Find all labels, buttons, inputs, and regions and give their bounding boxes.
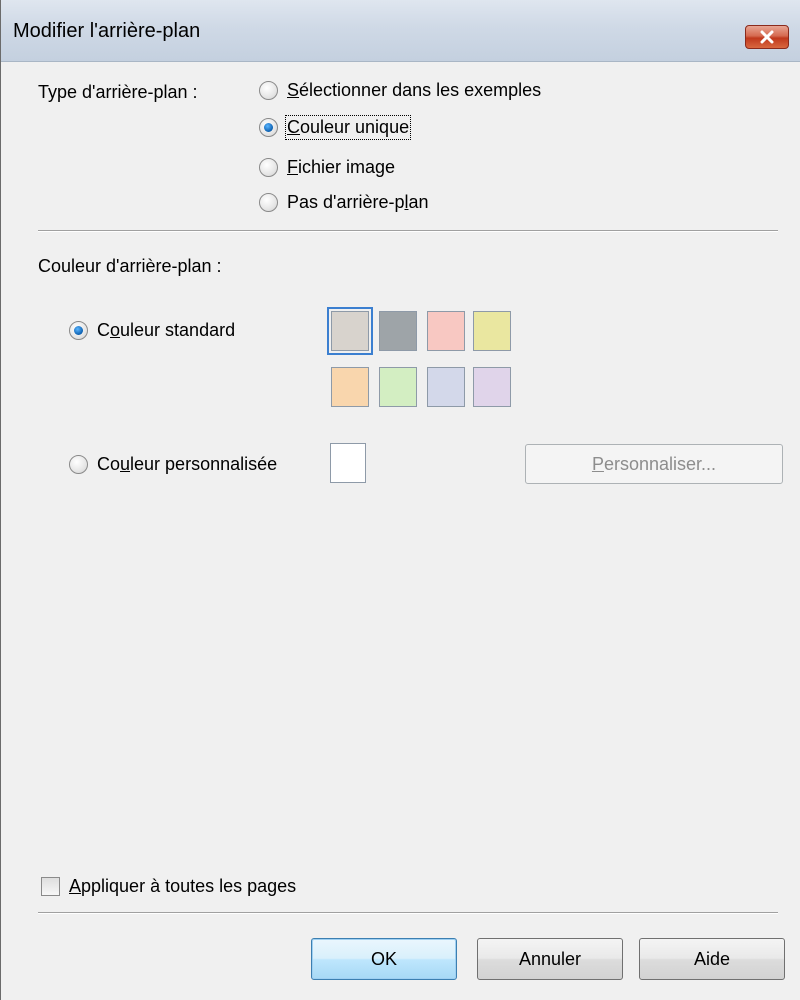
custom-color-preview	[330, 443, 366, 483]
help-button[interactable]: Aide	[639, 938, 785, 980]
radio-standard-color[interactable]: Couleur standard	[69, 320, 235, 341]
ok-button-label: OK	[370, 948, 397, 969]
footer-separator	[38, 912, 778, 914]
background-color-label: Couleur d'arrière-plan :	[38, 256, 222, 276]
color-swatch[interactable]	[379, 367, 417, 407]
color-swatch[interactable]	[331, 367, 369, 407]
customize-button-label: Personnaliser...	[591, 453, 717, 474]
color-swatch[interactable]	[327, 307, 373, 355]
radio-single-color[interactable]: Couleur unique	[259, 115, 412, 140]
close-button[interactable]	[745, 25, 789, 49]
checkbox-label: Appliquer à toutes les pages	[69, 876, 297, 896]
radio-custom-color[interactable]: Couleur personnalisée	[69, 454, 277, 475]
window-title: Modifier l'arrière-plan	[13, 20, 201, 42]
radio-button-indicator	[259, 118, 278, 137]
radio-no-background[interactable]: Pas d'arrière-plan	[259, 192, 429, 213]
apply-to-all-pages-checkbox[interactable]: Appliquer à toutes les pages	[41, 876, 296, 897]
radio-button-indicator	[259, 81, 278, 100]
ok-button[interactable]: OK	[311, 938, 457, 980]
cancel-button-label: Annuler	[518, 948, 582, 969]
change-background-dialog: Modifier l'arrière-plan Type d'arrière-p…	[0, 0, 800, 1000]
radio-button-indicator	[69, 455, 88, 474]
radio-label: Pas d'arrière-plan	[287, 192, 429, 212]
color-swatch[interactable]	[473, 367, 511, 407]
color-swatch[interactable]	[379, 311, 417, 351]
radio-label: Couleur unique	[284, 115, 412, 140]
color-swatch[interactable]	[473, 311, 511, 351]
close-icon	[760, 30, 774, 44]
radio-image-file[interactable]: Fichier image	[259, 157, 395, 178]
radio-label: Fichier image	[287, 157, 396, 177]
cancel-button[interactable]: Annuler	[477, 938, 623, 980]
help-button-label: Aide	[693, 948, 731, 969]
color-swatch[interactable]	[427, 367, 465, 407]
title-bar: Modifier l'arrière-plan	[1, 0, 800, 62]
radio-select-from-examples[interactable]: Sélectionner dans les exemples	[259, 80, 541, 101]
radio-button-indicator	[259, 158, 278, 177]
section-separator	[38, 230, 778, 232]
radio-label: Couleur personnalisée	[97, 454, 278, 474]
radio-button-indicator	[259, 193, 278, 212]
customize-button[interactable]: Personnaliser...	[525, 444, 783, 484]
background-type-label: Type d'arrière-plan :	[38, 82, 198, 102]
radio-label: Couleur standard	[97, 320, 236, 340]
color-swatch[interactable]	[427, 311, 465, 351]
checkbox-indicator	[41, 877, 60, 896]
radio-button-indicator	[69, 321, 88, 340]
radio-label: Sélectionner dans les exemples	[287, 80, 542, 100]
